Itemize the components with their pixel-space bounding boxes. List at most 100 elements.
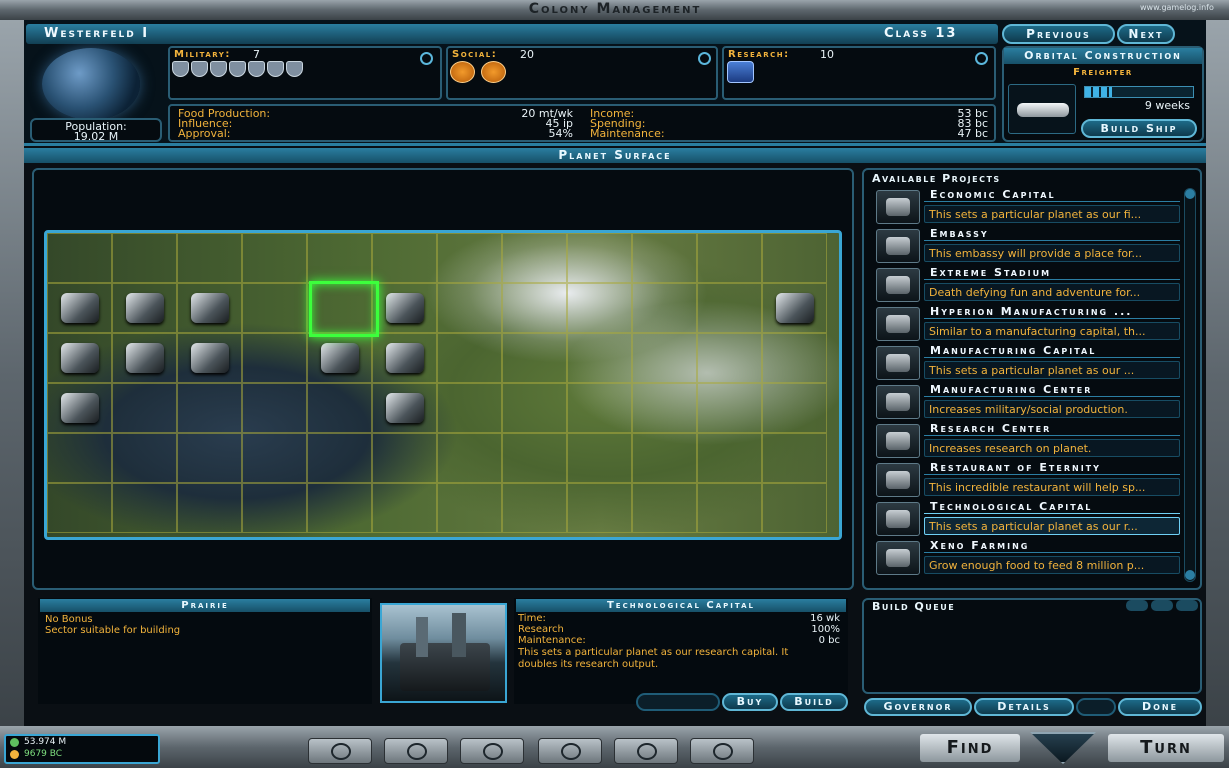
map-tile[interactable] — [697, 483, 762, 533]
projects-scrollbar[interactable] — [1184, 188, 1196, 582]
map-tile[interactable] — [632, 283, 697, 333]
queue-up-icon[interactable] — [1126, 600, 1148, 611]
map-tile[interactable] — [437, 483, 502, 533]
building-icon[interactable] — [185, 337, 235, 379]
map-tile[interactable] — [762, 233, 827, 283]
project-item[interactable]: Research Center Increases research on pla… — [874, 422, 1181, 458]
map-tile[interactable] — [437, 383, 502, 433]
building-icon[interactable] — [120, 337, 170, 379]
map-tile[interactable] — [437, 233, 502, 283]
map-tile[interactable] — [307, 233, 372, 283]
map-tile[interactable] — [567, 433, 632, 483]
buy-amount-field[interactable] — [636, 693, 720, 711]
map-tile[interactable] — [632, 383, 697, 433]
governor-button[interactable]: Governor — [864, 698, 972, 716]
research-button[interactable] — [384, 738, 448, 764]
building-icon[interactable] — [55, 337, 105, 379]
map-tile[interactable] — [242, 433, 307, 483]
map-tile[interactable] — [437, 283, 502, 333]
map-tile[interactable] — [112, 233, 177, 283]
details-button[interactable]: Details — [974, 698, 1074, 716]
map-tile[interactable] — [242, 283, 307, 333]
project-item[interactable]: Manufacturing Center Increases military/s… — [874, 383, 1181, 419]
map-tile[interactable] — [242, 483, 307, 533]
project-item[interactable]: Embassy This embassy will provide a place… — [874, 227, 1181, 263]
selected-tile[interactable] — [309, 281, 379, 337]
map-tile[interactable] — [177, 483, 242, 533]
military-settings-icon[interactable] — [420, 50, 433, 69]
map-tile[interactable] — [697, 333, 762, 383]
social-settings-icon[interactable] — [698, 50, 711, 69]
map-tile[interactable] — [177, 383, 242, 433]
build-ship-button[interactable]: Build Ship — [1081, 119, 1197, 138]
project-item[interactable]: Manufacturing Capital This sets a particu… — [874, 344, 1181, 380]
map-tile[interactable] — [632, 233, 697, 283]
map-tile[interactable] — [502, 233, 567, 283]
map-tile[interactable] — [112, 433, 177, 483]
map-tile[interactable] — [372, 433, 437, 483]
building-icon[interactable] — [380, 287, 430, 329]
building-icon[interactable] — [185, 287, 235, 329]
diplomacy-button[interactable] — [538, 738, 602, 764]
build-button[interactable]: Build — [780, 693, 848, 711]
next-button[interactable]: Next — [1117, 24, 1175, 44]
project-item[interactable]: Xeno Farming Grow enough food to feed 8 m… — [874, 539, 1181, 575]
map-tile[interactable] — [242, 333, 307, 383]
ships-button[interactable] — [690, 738, 754, 764]
turn-button[interactable]: Turn — [1108, 734, 1224, 762]
project-item[interactable]: Extreme Stadium Death defying fun and adv… — [874, 266, 1181, 302]
map-tile[interactable] — [177, 433, 242, 483]
queue-remove-icon[interactable] — [1151, 600, 1173, 611]
project-item[interactable]: Restaurant of Eternity This incredible re… — [874, 461, 1181, 497]
project-item[interactable]: Economic Capital This sets a particular p… — [874, 188, 1181, 224]
building-icon[interactable] — [315, 337, 365, 379]
done-button[interactable]: Done — [1118, 698, 1202, 716]
map-tile[interactable] — [307, 433, 372, 483]
map-tile[interactable] — [762, 333, 827, 383]
reports-button[interactable] — [614, 738, 678, 764]
map-tile[interactable] — [632, 483, 697, 533]
queue-down-icon[interactable] — [1176, 600, 1198, 611]
map-tile[interactable] — [47, 433, 112, 483]
previous-button[interactable]: Previous — [1002, 24, 1115, 44]
map-tile[interactable] — [762, 433, 827, 483]
map-tile[interactable] — [762, 483, 827, 533]
map-tile[interactable] — [502, 483, 567, 533]
map-tile[interactable] — [372, 483, 437, 533]
research-settings-icon[interactable] — [975, 50, 988, 69]
map-tile[interactable] — [502, 283, 567, 333]
map-tile[interactable] — [502, 433, 567, 483]
map-tile[interactable] — [47, 233, 112, 283]
map-tile[interactable] — [567, 333, 632, 383]
map-tile[interactable] — [567, 483, 632, 533]
map-tile[interactable] — [632, 433, 697, 483]
map-tile[interactable] — [47, 483, 112, 533]
map-tile[interactable] — [242, 233, 307, 283]
building-icon[interactable] — [120, 287, 170, 329]
map-tile[interactable] — [697, 433, 762, 483]
building-icon[interactable] — [380, 387, 430, 429]
map-tile[interactable] — [567, 283, 632, 333]
project-item[interactable]: Technological Capital This sets a particu… — [874, 500, 1181, 536]
map-tile[interactable] — [307, 483, 372, 533]
building-icon[interactable] — [380, 337, 430, 379]
planets-button[interactable] — [308, 738, 372, 764]
map-tile[interactable] — [632, 333, 697, 383]
map-tile[interactable] — [437, 433, 502, 483]
map-tile[interactable] — [762, 383, 827, 433]
military-button[interactable] — [460, 738, 524, 764]
map-tile[interactable] — [372, 233, 437, 283]
map-tile[interactable] — [307, 383, 372, 433]
buy-button[interactable]: Buy — [722, 693, 778, 711]
project-item[interactable]: Hyperion Manufacturing ... Similar to a m… — [874, 305, 1181, 341]
map-tile[interactable] — [502, 333, 567, 383]
scroll-down-icon[interactable] — [1185, 570, 1195, 580]
map-tile[interactable] — [177, 233, 242, 283]
map-tile[interactable] — [567, 383, 632, 433]
building-icon[interactable] — [55, 387, 105, 429]
map-tile[interactable] — [242, 383, 307, 433]
map-tile[interactable] — [437, 333, 502, 383]
map-tile[interactable] — [697, 233, 762, 283]
building-icon[interactable] — [770, 287, 820, 329]
map-tile[interactable] — [567, 233, 632, 283]
